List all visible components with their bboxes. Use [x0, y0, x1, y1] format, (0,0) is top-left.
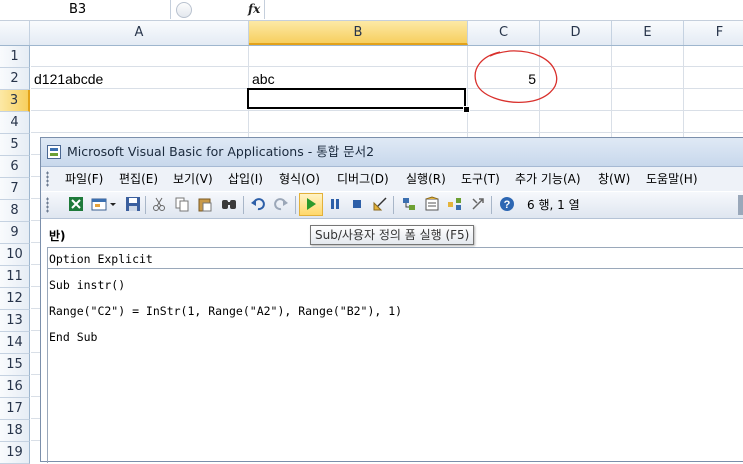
svg-text:?: ?: [504, 199, 511, 211]
toolbar-grip-handle[interactable]: [46, 197, 49, 213]
insert-function-icon[interactable]: fx: [248, 0, 260, 19]
cell-b2[interactable]: abc: [252, 68, 275, 90]
run-icon[interactable]: [303, 196, 319, 212]
vba-standard-toolbar: ? 6 행, 1 열: [41, 192, 743, 219]
menu-grip-handle[interactable]: [46, 171, 49, 187]
excel-icon[interactable]: [68, 196, 84, 212]
vba-app-icon: [47, 145, 61, 159]
code-line-sub[interactable]: Sub instr(): [49, 278, 125, 292]
column-header-f[interactable]: F: [684, 21, 743, 45]
row-header[interactable]: 2: [0, 68, 30, 90]
toolbar-separator: [491, 196, 492, 214]
row-headers: 1 2 3 4 5 6 7 8 9 10 11 12 13 14 15 16 1…: [0, 46, 30, 464]
code-window-title-fragment: 반): [49, 229, 66, 243]
name-box[interactable]: B3: [0, 0, 171, 19]
menu-file[interactable]: 파일(F): [65, 167, 103, 191]
row-header[interactable]: 16: [0, 376, 30, 398]
hand-drawn-circle-annotation: [474, 50, 558, 103]
project-explorer-icon[interactable]: [401, 196, 417, 212]
menu-insert[interactable]: 삽입(I): [228, 167, 263, 191]
column-headers: A B C D E F: [0, 21, 743, 46]
row-header[interactable]: 1: [0, 46, 30, 68]
row-header[interactable]: 19: [0, 442, 30, 464]
menu-view[interactable]: 보기(V): [173, 167, 213, 191]
menu-help[interactable]: 도움말(H): [646, 167, 698, 191]
paste-icon[interactable]: [197, 196, 213, 212]
help-icon[interactable]: ?: [499, 196, 515, 212]
cursor-position-indicator: 6 행, 1 열: [527, 198, 580, 212]
menu-edit[interactable]: 편집(E): [119, 167, 158, 191]
row-header[interactable]: 11: [0, 266, 30, 288]
row-header[interactable]: 9: [0, 222, 30, 244]
reset-icon[interactable]: [349, 196, 365, 212]
toolbar-separator: [393, 196, 394, 214]
row-header[interactable]: 5: [0, 134, 30, 156]
cut-icon[interactable]: [151, 196, 167, 212]
cell-a2[interactable]: d121abcde: [34, 68, 103, 90]
run-sub-tooltip: Sub/사용자 정의 폼 실행 (F5): [310, 225, 475, 245]
row-header[interactable]: 17: [0, 398, 30, 420]
row-header[interactable]: 14: [0, 332, 30, 354]
vba-title-bar[interactable]: Microsoft Visual Basic for Applications …: [41, 138, 743, 167]
row-header[interactable]: 10: [0, 244, 30, 266]
row-header[interactable]: 13: [0, 310, 30, 332]
find-icon[interactable]: [221, 196, 237, 212]
break-icon[interactable]: [327, 196, 343, 212]
code-editor[interactable]: Option Explicit Sub instr() Range("C2") …: [47, 248, 743, 463]
formula-bar: B3 fx: [0, 0, 743, 21]
menu-addins[interactable]: 추가 기능(A): [515, 167, 581, 191]
procedure-separator: [48, 268, 743, 269]
menu-tools[interactable]: 도구(T): [461, 167, 500, 191]
copy-icon[interactable]: [174, 196, 190, 212]
save-icon[interactable]: [125, 196, 141, 212]
dropdown-arrow-icon[interactable]: [109, 196, 117, 212]
row-header[interactable]: 6: [0, 156, 30, 178]
column-header-c[interactable]: C: [468, 21, 540, 45]
column-header-d[interactable]: D: [540, 21, 612, 45]
undo-icon[interactable]: [250, 196, 266, 212]
toolbar-separator: [243, 196, 244, 214]
row-header[interactable]: 18: [0, 420, 30, 442]
toolbar-separator: [295, 196, 296, 214]
column-header-b[interactable]: B: [249, 21, 468, 45]
vba-window-title: Microsoft Visual Basic for Applications …: [67, 144, 375, 159]
object-browser-icon[interactable]: [447, 196, 463, 212]
row-header[interactable]: 4: [0, 112, 30, 134]
formula-bar-scroll-handle[interactable]: [176, 2, 192, 18]
row-header[interactable]: 12: [0, 288, 30, 310]
active-cell-b3[interactable]: [247, 88, 466, 109]
row-header[interactable]: 7: [0, 178, 30, 200]
design-mode-icon[interactable]: [372, 196, 388, 212]
toolbox-icon[interactable]: [470, 196, 486, 212]
row-header-selected[interactable]: 3: [0, 90, 30, 112]
menu-run[interactable]: 실행(R): [406, 167, 446, 191]
toolbar-separator: [145, 196, 146, 214]
toolbar-overflow-edge[interactable]: [738, 195, 743, 215]
menu-window[interactable]: 창(W): [598, 167, 630, 191]
row-header[interactable]: 15: [0, 354, 30, 376]
insert-userform-icon[interactable]: [91, 196, 107, 212]
properties-icon[interactable]: [424, 196, 440, 212]
code-line-end-sub[interactable]: End Sub: [49, 330, 97, 344]
column-header-e[interactable]: E: [612, 21, 684, 45]
vba-editor-window: Microsoft Visual Basic for Applications …: [40, 137, 743, 463]
fill-handle[interactable]: [463, 106, 470, 113]
menu-debug[interactable]: 디버그(D): [337, 167, 389, 191]
menu-format[interactable]: 형식(O): [279, 167, 320, 191]
code-line-option-explicit[interactable]: Option Explicit: [49, 252, 153, 266]
redo-icon[interactable]: [273, 196, 289, 212]
column-header-a[interactable]: A: [30, 21, 249, 45]
name-box-value: B3: [69, 2, 87, 17]
vba-menu-bar: 파일(F) 편집(E) 보기(V) 삽입(I) 형식(O) 디버그(D) 실행(…: [41, 167, 743, 191]
row-header[interactable]: 8: [0, 200, 30, 222]
code-line-range-instr[interactable]: Range("C2") = InStr(1, Range("A2"), Rang…: [49, 304, 402, 318]
select-all-corner[interactable]: [0, 21, 30, 45]
